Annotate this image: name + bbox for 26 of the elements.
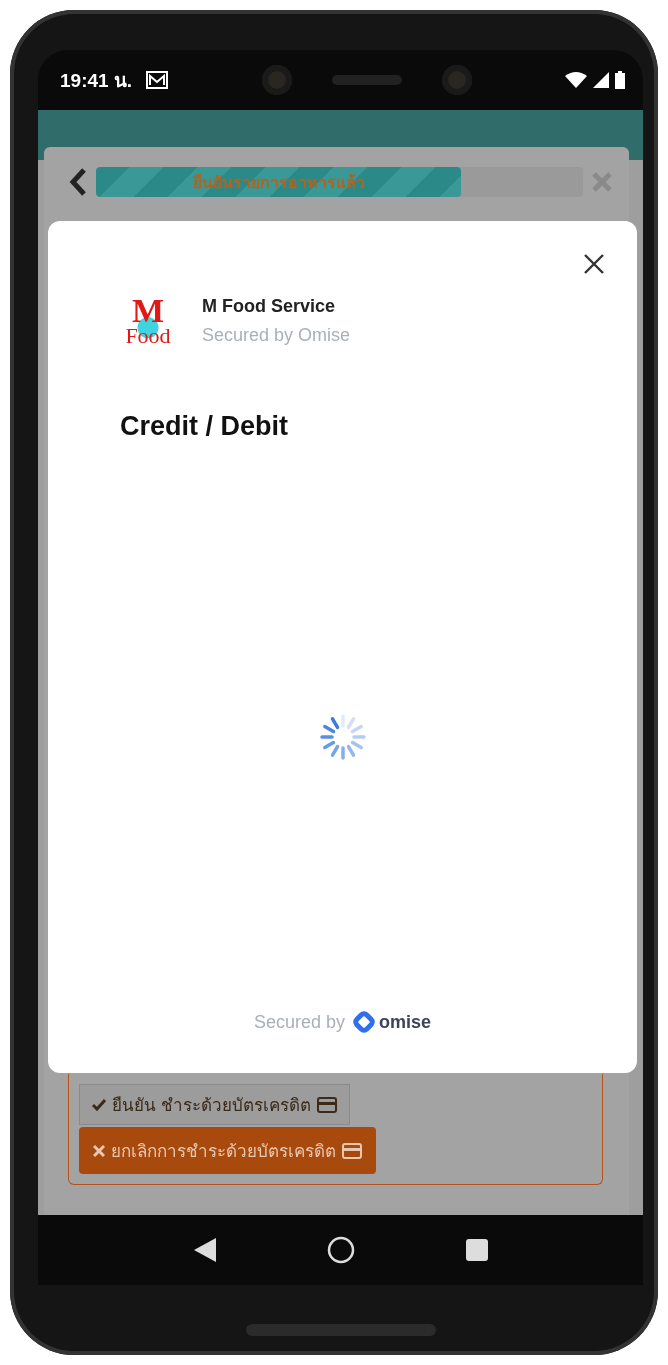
home-nav-icon[interactable] [326, 1236, 355, 1264]
close-icon [93, 1144, 105, 1157]
recents-nav-icon[interactable] [465, 1239, 488, 1261]
merchant-name: M Food Service [202, 296, 337, 317]
payment-method-title: Credit / Debit [120, 411, 289, 442]
camera-lens [261, 65, 292, 95]
secured-by-text: Secured by [253, 1011, 345, 1033]
cancel-button[interactable]: ยกเลิกการชำระด้วยบัตรเครดิต [79, 1127, 376, 1174]
credit-card-icon [316, 1096, 337, 1113]
merchant-subtitle: Secured by Omise [202, 325, 351, 346]
confirm-button[interactable]: ยืนยัน ชำระด้วยบัตรเครดิต [79, 1084, 350, 1125]
spinner-icon [319, 713, 366, 760]
check-icon [92, 1098, 106, 1111]
status-time: 19:41 น. [60, 69, 133, 93]
credit-card-icon [342, 1142, 362, 1159]
battery-icon [615, 71, 625, 89]
mail-icon [146, 71, 169, 89]
omise-brand-text: omise [379, 1011, 432, 1033]
camera-lens [441, 65, 472, 95]
signal-icon [593, 72, 609, 88]
wifi-icon [565, 72, 587, 88]
back-nav-icon[interactable] [193, 1238, 216, 1262]
back-icon[interactable] [68, 167, 88, 197]
progress-label: ยืนยันรายการอาหารแล้ว [191, 172, 366, 193]
earpiece-grill [331, 75, 402, 85]
omise-logo-icon [353, 1011, 375, 1033]
